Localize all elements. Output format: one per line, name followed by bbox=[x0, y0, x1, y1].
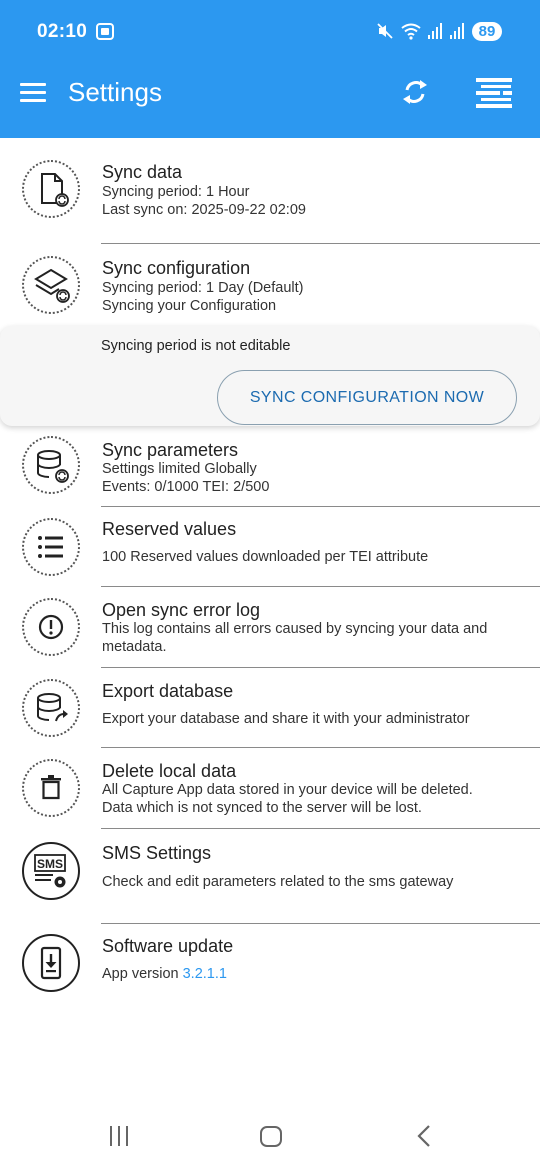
mute-icon bbox=[376, 22, 394, 40]
toolbar: Settings bbox=[0, 62, 540, 138]
item-subtitle: Settings limited Globally bbox=[102, 461, 257, 477]
screen-record-icon bbox=[96, 23, 114, 40]
trash-icon bbox=[22, 759, 80, 817]
settings-item-sync-data[interactable]: Sync data Syncing period: 1 Hour Last sy… bbox=[0, 138, 540, 242]
item-title: Sync configuration bbox=[102, 258, 251, 278]
item-subtitle: All Capture App data stored in your devi… bbox=[102, 782, 473, 798]
navigation-bar bbox=[0, 1100, 540, 1170]
item-title: Open sync error log bbox=[102, 600, 261, 620]
item-title: Delete local data bbox=[102, 761, 237, 781]
settings-item-sync-error-log[interactable]: Open sync error log This log contains al… bbox=[0, 587, 540, 667]
phone-download-icon bbox=[22, 934, 80, 992]
item-subtitle: Syncing period: 1 Hour bbox=[102, 184, 250, 200]
settings-item-sms-settings[interactable]: SMS SMS Settings Check and edit paramete… bbox=[0, 829, 540, 922]
item-subtitle: Data which is not synced to the server w… bbox=[102, 800, 422, 816]
item-subtitle: Export your database and share it with y… bbox=[102, 711, 470, 727]
version-label: App version bbox=[102, 966, 179, 982]
recent-apps-icon[interactable] bbox=[110, 1126, 132, 1146]
settings-item-sync-parameters[interactable]: Sync parameters Settings limited Globall… bbox=[0, 430, 540, 506]
signal-2-icon bbox=[450, 23, 466, 39]
settings-item-delete-local-data[interactable]: Delete local data All Capture App data s… bbox=[0, 748, 540, 828]
item-title: SMS Settings bbox=[102, 843, 212, 863]
sms-settings-icon: SMS bbox=[22, 842, 80, 900]
item-title: Sync parameters bbox=[102, 440, 239, 460]
item-title: Export database bbox=[102, 681, 234, 701]
item-subtitle: Syncing period: 1 Day (Default) bbox=[102, 280, 304, 296]
item-subtitle: 100 Reserved values downloaded per TEI a… bbox=[102, 549, 429, 565]
file-sync-icon bbox=[22, 160, 80, 218]
app-bar: 02:10 89 Settings bbox=[0, 0, 540, 138]
config-note: Syncing period is not editable bbox=[101, 338, 291, 354]
home-icon[interactable] bbox=[260, 1126, 282, 1147]
item-subtitle: Check and edit parameters related to the… bbox=[102, 874, 454, 890]
item-title: Reserved values bbox=[102, 519, 237, 539]
item-subtitle: Syncing your Configuration bbox=[102, 298, 277, 314]
item-subtitle: This log contains all errors caused by s… bbox=[102, 621, 488, 655]
wifi-icon bbox=[400, 22, 422, 40]
item-title: Software update bbox=[102, 936, 234, 956]
status-bar: 02:10 89 bbox=[0, 0, 540, 62]
settings-item-reserved-values[interactable]: Reserved values 100 Reserved values down… bbox=[0, 507, 540, 586]
layers-sync-icon bbox=[22, 256, 80, 314]
page-title: Settings bbox=[68, 77, 162, 107]
item-subtitle: Events: 0/1000 TEI: 2/500 bbox=[102, 479, 270, 495]
list-icon bbox=[22, 518, 80, 576]
settings-item-export-database[interactable]: Export database Export your database and… bbox=[0, 668, 540, 747]
sync-icon[interactable] bbox=[400, 76, 430, 108]
status-indicators: 89 bbox=[376, 20, 502, 42]
item-title: Sync data bbox=[102, 162, 183, 182]
settings-item-software-update[interactable]: Software update App version 3.2.1.1 bbox=[0, 924, 540, 1024]
version-value[interactable]: 3.2.1.1 bbox=[183, 966, 227, 982]
menu-icon[interactable] bbox=[20, 82, 48, 104]
item-subtitle: Last sync on: 2025-09-22 02:09 bbox=[102, 202, 306, 218]
database-sync-icon bbox=[22, 436, 80, 494]
database-export-icon bbox=[22, 679, 80, 737]
battery-indicator: 89 bbox=[472, 21, 502, 41]
filter-icon[interactable] bbox=[476, 76, 512, 108]
signal-1-icon bbox=[428, 23, 444, 39]
svg-text:SMS: SMS bbox=[37, 857, 63, 871]
back-icon[interactable] bbox=[416, 1124, 432, 1148]
error-icon bbox=[22, 598, 80, 656]
sync-configuration-panel: Syncing period is not editable SYNC CONF… bbox=[0, 326, 540, 426]
sync-configuration-now-button[interactable]: SYNC CONFIGURATION NOW bbox=[217, 370, 517, 425]
status-time: 02:10 bbox=[37, 21, 88, 42]
settings-item-sync-configuration[interactable]: Sync configuration Syncing period: 1 Day… bbox=[0, 244, 540, 328]
version-row: App version 3.2.1.1 bbox=[102, 965, 522, 983]
